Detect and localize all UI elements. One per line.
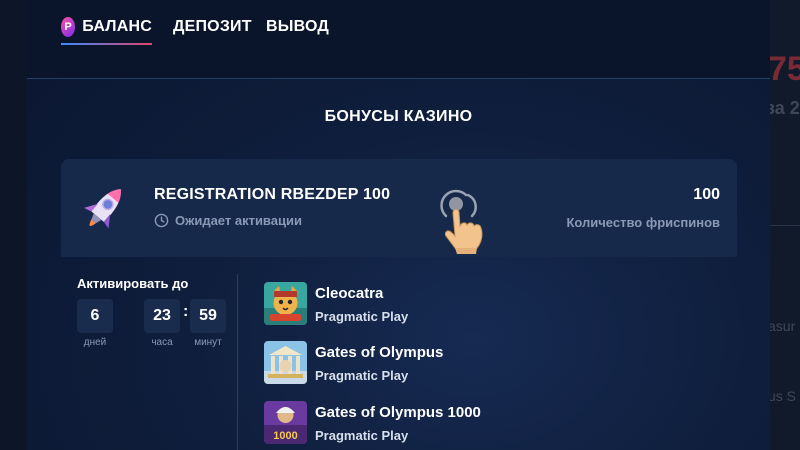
timer-days: 6	[77, 299, 113, 333]
tab-balance[interactable]: P БАЛАНС	[61, 12, 152, 45]
olympus-temple-icon	[264, 341, 307, 384]
clock-icon	[154, 213, 169, 228]
timer-minutes-unit: минут	[194, 337, 222, 348]
game-thumbnail	[264, 341, 307, 384]
game-thumbnail	[264, 282, 307, 325]
timer-separator: :	[183, 303, 189, 320]
background-page: 75 за 2 asur us S	[770, 0, 800, 450]
game-item-cleocatra[interactable]: Cleocatra Pragmatic Play	[264, 282, 694, 328]
game-name: Gates of Olympus 1000	[315, 404, 481, 421]
timer-days-unit: дней	[83, 337, 107, 348]
active-tab-underline	[61, 43, 152, 45]
game-thumbnail: 1000	[264, 401, 307, 444]
timer-hours-unit: часа	[151, 337, 173, 348]
modal-header: P БАЛАНС ДЕПОЗИТ ВЫВОД	[27, 0, 770, 79]
bonus-card[interactable]: REGISTRATION RBEZDEP 100 Ожидает активац…	[61, 159, 737, 257]
thumb-1000-text: 1000	[273, 430, 297, 442]
game-provider: Pragmatic Play	[315, 309, 409, 324]
tab-withdraw[interactable]: ВЫВОД	[266, 12, 329, 42]
background-text-1: asur	[770, 318, 796, 334]
background-subtitle: за 2	[770, 98, 800, 118]
background-text-2: us S	[770, 388, 797, 404]
bonus-status: Ожидает активации	[154, 213, 302, 228]
balance-modal: P БАЛАНС ДЕПОЗИТ ВЫВОД БОНУСЫ КАЗИНО REG…	[27, 0, 770, 450]
background-number: 75	[770, 50, 800, 88]
tab-deposit[interactable]: ДЕПОЗИТ	[173, 12, 252, 42]
timer-hours: 23	[144, 299, 180, 333]
section-title: БОНУСЫ КАЗИНО	[324, 108, 473, 125]
freespins-count: 100	[693, 186, 720, 203]
timer-minutes: 59	[190, 299, 226, 333]
details-divider	[237, 274, 238, 450]
bonus-name: REGISTRATION RBEZDEP 100	[154, 186, 391, 203]
game-item-gates-of-olympus-1000[interactable]: 1000 Gates of Olympus 1000 Pragmatic Pla…	[264, 401, 694, 447]
bonus-details: Активировать до 6 23 : 59 дней часа мину…	[61, 257, 737, 450]
rocket-icon	[84, 189, 121, 229]
brand-logo-icon: P	[61, 17, 76, 37]
olympus-1000-icon: 1000	[264, 401, 307, 444]
game-item-gates-of-olympus[interactable]: Gates of Olympus Pragmatic Play	[264, 341, 694, 387]
game-name: Cleocatra	[315, 285, 384, 302]
freespins-label: Количество фриспинов	[566, 215, 720, 230]
tab-balance-label: БАЛАНС	[82, 18, 152, 35]
tab-deposit-label: ДЕПОЗИТ	[173, 18, 252, 35]
bonus-status-text: Ожидает активации	[175, 213, 302, 228]
background-divider	[770, 225, 800, 226]
cleocatra-cat-icon	[264, 282, 307, 325]
game-name: Gates of Olympus	[315, 344, 444, 361]
activate-until-label: Активировать до	[77, 276, 189, 291]
game-provider: Pragmatic Play	[315, 368, 409, 383]
hand-pointer-icon	[440, 189, 483, 254]
game-provider: Pragmatic Play	[315, 428, 409, 443]
tab-withdraw-label: ВЫВОД	[266, 18, 330, 35]
